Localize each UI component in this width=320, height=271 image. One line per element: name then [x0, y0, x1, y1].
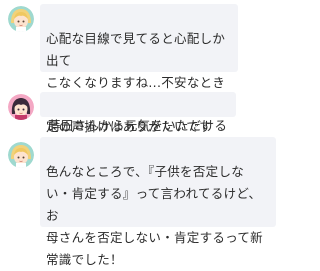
chat-message-bubble: 蒔田さんから元気をいただける♡: [40, 92, 236, 155]
blonde-girl-avatar-icon[interactable]: [8, 6, 34, 32]
blonde-girl-avatar-icon[interactable]: [8, 142, 34, 168]
chat-message-bubble: 色んなところで、『子供を否定しな い・肯定する』って言われてるけど、お 母さんを…: [40, 137, 276, 267]
message-text: 色んなところで、『子供を否定しな い・肯定する』って言われてるけど、お 母さんを…: [46, 164, 263, 267]
chat-message-bubble: 心配な目線で見てると心配しか出て こなくなりますね...不安なときこそ肯 定の声…: [40, 4, 238, 134]
dark-hair-girl-avatar-icon[interactable]: [8, 94, 34, 120]
